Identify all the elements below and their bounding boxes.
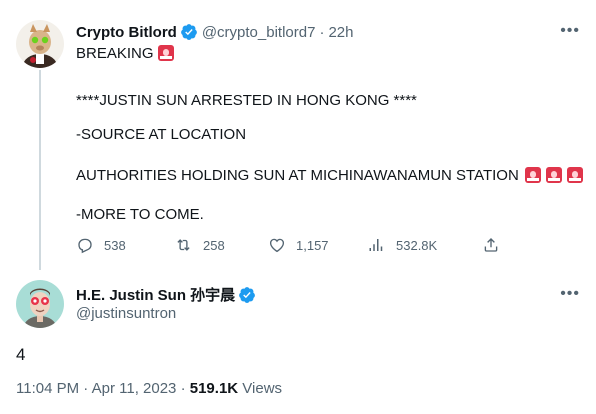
siren-emoji-icon (566, 167, 583, 183)
siren-emoji-icon (524, 167, 541, 183)
tweet1-line-source: -SOURCE AT LOCATION (76, 126, 246, 143)
tweet2-date[interactable]: Apr 11, 2023 (92, 380, 177, 397)
tweet1-author-name[interactable]: Crypto Bitlord (76, 24, 177, 41)
tweet1-handle[interactable]: @crypto_bitlord7 (202, 24, 316, 41)
reply-button[interactable]: 538 (76, 236, 126, 254)
avatar-crypto-bitlord[interactable] (16, 20, 64, 68)
verified-badge-icon (238, 286, 256, 304)
views-count: 532.8K (396, 237, 438, 253)
like-count: 1,157 (296, 237, 329, 253)
tweet2-author-name[interactable]: H.E. Justin Sun 孙宇晨 (76, 284, 235, 305)
tweet2-time[interactable]: 11:04 PM (16, 380, 79, 397)
verified-badge-icon (180, 23, 198, 41)
siren-emoji-icon (545, 167, 562, 183)
meta-separator: · (83, 380, 89, 397)
more-icon[interactable]: ••• (560, 22, 580, 40)
tweet1-line-arrested: ****JUSTIN SUN ARRESTED IN HONG KONG ***… (76, 92, 417, 109)
avatar-image (16, 20, 64, 68)
like-button[interactable]: 1,157 (268, 236, 329, 254)
tweet1-separator: · (319, 23, 325, 41)
reply-count: 538 (104, 237, 126, 253)
share-icon (484, 238, 498, 252)
tweet1-line-breaking: BREAKING (76, 44, 175, 62)
tweet1-line-more: -MORE TO COME. (76, 206, 204, 223)
retweet-button[interactable]: 258 (174, 236, 225, 254)
tweet1-line-text: BREAKING (76, 44, 154, 62)
tweet1-action-bar: 538 258 1,157 532.8K (76, 236, 506, 258)
reply-icon (78, 238, 92, 254)
more-icon[interactable]: ••• (560, 285, 580, 303)
avatar-justin-sun[interactable] (16, 280, 64, 328)
retweet-icon (177, 239, 190, 251)
meta-separator: · (180, 380, 186, 397)
tweet2-handle[interactable]: @justinsuntron (76, 305, 176, 322)
tweet2-header: H.E. Justin Sun 孙宇晨 (76, 284, 260, 305)
tweet1-line-authorities: AUTHORITIES HOLDING SUN AT MICHINAWANAMU… (76, 166, 584, 184)
like-icon (269, 238, 285, 253)
avatar-image (16, 280, 64, 328)
tweet2-metadata: 11:04 PM · Apr 11, 2023 · 519.1K Views (16, 380, 282, 397)
tweet2-text: 4 (16, 345, 26, 364)
tweet1-timestamp[interactable]: 22h (328, 24, 353, 41)
tweet2-views-label: Views (242, 380, 283, 397)
tweet1-line-text: -MORE TO COME. (76, 206, 204, 223)
thread-connector-line (39, 70, 41, 270)
tweet1-header: Crypto Bitlord @crypto_bitlord7 · 22h (76, 22, 353, 42)
views-button[interactable]: 532.8K (368, 236, 437, 254)
tweet1-line-text: ****JUSTIN SUN ARRESTED IN HONG KONG ***… (76, 92, 417, 109)
views-icon (369, 239, 383, 251)
tweet1-line-text: -SOURCE AT LOCATION (76, 126, 247, 143)
share-button[interactable] (482, 236, 510, 254)
retweet-count: 258 (203, 237, 225, 253)
tweet1-line-text: AUTHORITIES HOLDING SUN AT MICHINAWANAMU… (76, 166, 519, 184)
siren-emoji-icon (157, 45, 174, 61)
tweet2-views-count: 519.1K (189, 380, 239, 397)
